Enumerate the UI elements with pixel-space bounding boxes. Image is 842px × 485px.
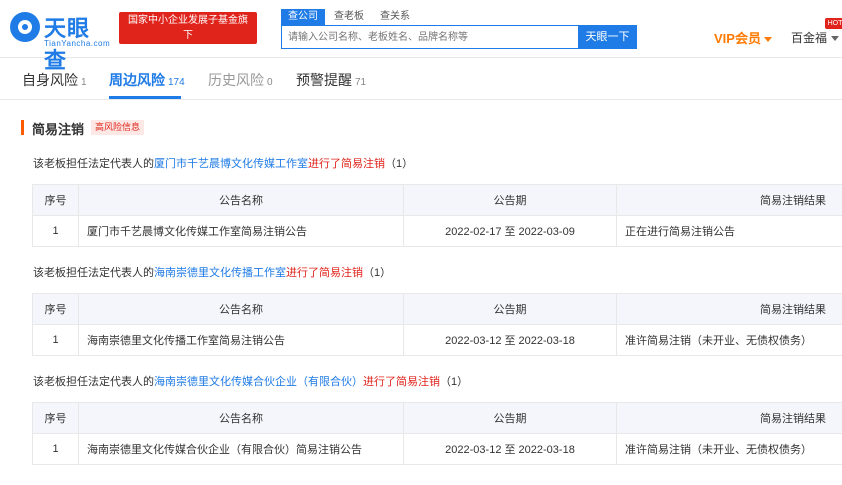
cancellation-table: 序号 公告名称 公告期 简易注销结果 1 厦门市千艺晨博文化传媒工作室简易注销公… xyxy=(32,184,842,247)
desc-prefix: 该老板担任法定代表人的 xyxy=(33,158,154,170)
cell-no: 1 xyxy=(32,433,79,465)
cell-name: 海南崇德里文化传播工作室简易注销公告 xyxy=(78,324,404,356)
badge-line-2: 官方备案企业征信机构 xyxy=(138,45,238,56)
table-row[interactable]: 1 海南崇德里文化传媒合伙企业（有限合伙）简易注销公告 2022-03-12 至… xyxy=(32,433,842,465)
col-header-period: 公告期 xyxy=(403,184,617,216)
tab-count: 0 xyxy=(267,77,273,88)
search-input[interactable] xyxy=(282,26,578,48)
active-tab-indicator xyxy=(109,96,181,99)
cell-name: 厦门市千艺晨博文化传媒工作室简易注销公告 xyxy=(78,215,404,247)
search-tab-boss[interactable]: 查老板 xyxy=(327,9,371,25)
desc-prefix: 该老板担任法定代表人的 xyxy=(33,376,154,388)
chevron-down-icon xyxy=(763,37,772,43)
col-header-result: 简易注销结果 xyxy=(616,293,842,325)
col-header-name: 公告名称 xyxy=(78,402,404,434)
cell-result: 正在进行简易注销公告 xyxy=(616,215,842,247)
tab-count: 71 xyxy=(355,77,367,88)
search-type-tabs: 查公司 查老板 查关系 xyxy=(281,9,419,25)
site-logo[interactable]: 天眼查 TianYancha.com xyxy=(10,10,112,74)
section-title: 简易注销 xyxy=(32,122,85,137)
table-header-row: 序号 公告名称 公告期 简易注销结果 xyxy=(32,402,842,434)
block-description: 该老板担任法定代表人的厦门市千艺晨博文化传媒工作室进行了简易注销（1） xyxy=(33,155,413,171)
col-header-no: 序号 xyxy=(32,184,79,216)
hot-badge: HOT xyxy=(825,18,842,29)
tab-label: 历史风险 xyxy=(208,72,264,88)
search-tab-company[interactable]: 查公司 xyxy=(281,9,325,25)
logo-subtext: TianYancha.com xyxy=(44,39,111,48)
tab-label: 周边风险 xyxy=(109,72,165,88)
top-header: 天眼查 TianYancha.com 国家中小企业发展子基金旗下 官方备案企业征… xyxy=(0,0,842,74)
risk-level-tag: 高风险信息 xyxy=(91,120,145,135)
desc-count: （1） xyxy=(440,376,469,388)
tab-label: 预警提醒 xyxy=(296,72,352,88)
section-accent-bar xyxy=(21,120,24,135)
table-row[interactable]: 1 厦门市千艺晨博文化传媒工作室简易注销公告 2022-02-17 至 2022… xyxy=(32,215,842,247)
desc-suffix: 进行了简易注销 xyxy=(308,158,385,170)
risk-tabs: 自身风险 1 周边风险 174 历史风险 0 预警提醒 71 xyxy=(0,58,842,100)
search-box xyxy=(281,25,579,49)
desc-count: （1） xyxy=(363,267,392,279)
col-header-result: 简易注销结果 xyxy=(616,184,842,216)
cell-no: 1 xyxy=(32,215,79,247)
tab-history-risk[interactable]: 历史风险 0 xyxy=(208,70,273,90)
user-menu[interactable]: 百金福 xyxy=(791,29,840,46)
search-button[interactable]: 天眼一下 xyxy=(578,25,637,49)
cell-name: 海南崇德里文化传媒合伙企业（有限合伙）简易注销公告 xyxy=(78,433,404,465)
cell-period: 2022-03-12 至 2022-03-18 xyxy=(403,324,617,356)
vip-member-menu[interactable]: VIP会员 xyxy=(714,28,772,47)
tab-warning[interactable]: 预警提醒 71 xyxy=(296,70,366,90)
cell-no: 1 xyxy=(32,324,79,356)
tab-label: 自身风险 xyxy=(22,72,78,88)
search-tab-relation[interactable]: 查关系 xyxy=(373,9,417,25)
desc-count: （1） xyxy=(385,158,414,170)
cell-period: 2022-03-12 至 2022-03-18 xyxy=(403,433,617,465)
badge-line-1: 国家中小企业发展子基金旗下 xyxy=(128,15,248,41)
cell-period: 2022-02-17 至 2022-03-09 xyxy=(403,215,617,247)
company-link[interactable]: 厦门市千艺晨博文化传媒工作室 xyxy=(154,158,308,170)
user-name: 百金福 xyxy=(791,31,828,45)
block-description: 该老板担任法定代表人的海南崇德里文化传媒合伙企业（有限合伙）进行了简易注销（1） xyxy=(33,373,468,389)
desc-suffix: 进行了简易注销 xyxy=(286,267,363,279)
col-header-result: 简易注销结果 xyxy=(616,402,842,434)
col-header-period: 公告期 xyxy=(403,293,617,325)
col-header-period: 公告期 xyxy=(403,402,617,434)
desc-suffix: 进行了简易注销 xyxy=(363,376,440,388)
tab-surrounding-risk[interactable]: 周边风险 174 xyxy=(109,70,185,90)
eye-logo-icon xyxy=(10,12,40,42)
col-header-no: 序号 xyxy=(32,402,79,434)
tab-count: 1 xyxy=(81,77,87,88)
block-description: 该老板担任法定代表人的海南崇德里文化传播工作室进行了简易注销（1） xyxy=(33,264,391,280)
tab-self-risk[interactable]: 自身风险 1 xyxy=(22,70,87,90)
cell-result: 准许简易注销（未开业、无债权债务） xyxy=(616,433,842,465)
table-header-row: 序号 公告名称 公告期 简易注销结果 xyxy=(32,184,842,216)
col-header-name: 公告名称 xyxy=(78,293,404,325)
chevron-down-icon xyxy=(831,36,840,42)
desc-prefix: 该老板担任法定代表人的 xyxy=(33,267,154,279)
cancellation-table: 序号 公告名称 公告期 简易注销结果 1 海南崇德里文化传播工作室简易注销公告 … xyxy=(32,293,842,356)
cell-result: 准许简易注销（未开业、无债权债务） xyxy=(616,324,842,356)
col-header-no: 序号 xyxy=(32,293,79,325)
official-badge: 国家中小企业发展子基金旗下 官方备案企业征信机构 xyxy=(119,12,257,56)
table-row[interactable]: 1 海南崇德里文化传播工作室简易注销公告 2022-03-12 至 2022-0… xyxy=(32,324,842,356)
company-link[interactable]: 海南崇德里文化传媒合伙企业（有限合伙） xyxy=(154,376,363,388)
vip-label: VIP会员 xyxy=(714,31,761,46)
col-header-name: 公告名称 xyxy=(78,184,404,216)
company-link[interactable]: 海南崇德里文化传播工作室 xyxy=(154,267,286,279)
tab-count: 174 xyxy=(168,77,185,88)
cancellation-table: 序号 公告名称 公告期 简易注销结果 1 海南崇德里文化传媒合伙企业（有限合伙）… xyxy=(32,402,842,465)
table-header-row: 序号 公告名称 公告期 简易注销结果 xyxy=(32,293,842,325)
